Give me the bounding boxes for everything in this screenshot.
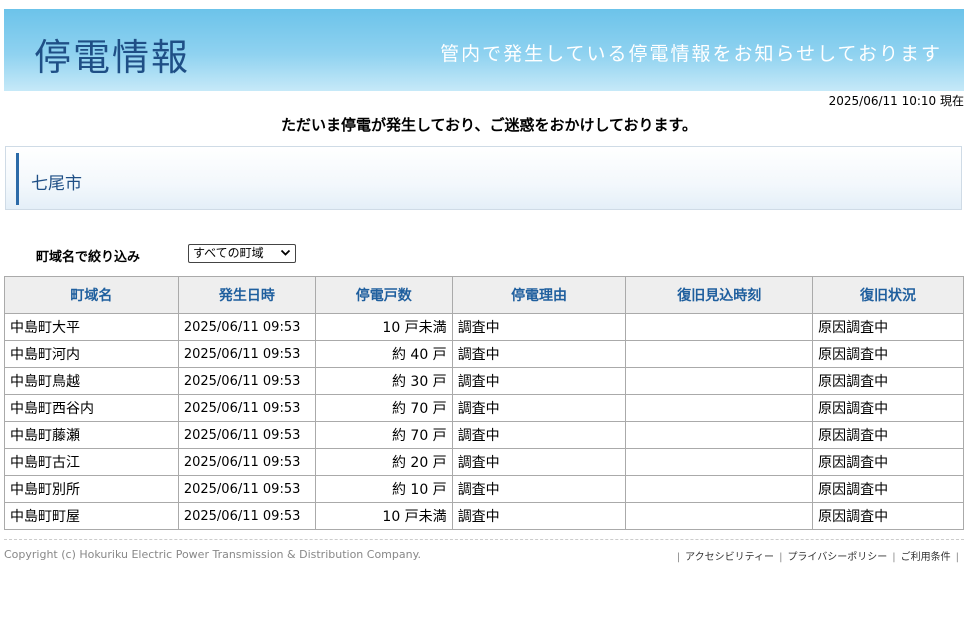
page-subtitle: 管内で発生している停電情報をお知らせしております (440, 43, 942, 65)
cell-status: 原因調査中 (812, 448, 964, 476)
copyright: Copyright (c) Hokuriku Electric Power Tr… (4, 548, 422, 561)
page-title: 停電情報 (34, 36, 190, 79)
cell-reason: 調査中 (451, 313, 627, 341)
cell-reason: 調査中 (451, 475, 627, 503)
cell-eta (625, 394, 814, 422)
table-row: 中島町西谷内 2025/06/11 09:53 約 70 戸 調査中 原因調査中 (4, 394, 964, 422)
cell-time: 2025/06/11 09:53 (177, 421, 316, 449)
cell-time: 2025/06/11 09:53 (177, 367, 316, 395)
cell-town: 中島町西谷内 (4, 394, 179, 422)
cell-time: 2025/06/11 09:53 (177, 313, 316, 341)
cell-count: 約 30 戸 (314, 367, 453, 395)
footer-separator: | (779, 552, 783, 563)
filter-label: 町域名で絞り込み (36, 250, 141, 265)
table-row: 中島町鳥越 2025/06/11 09:53 約 30 戸 調査中 原因調査中 (4, 367, 964, 395)
cell-time: 2025/06/11 09:53 (177, 448, 316, 476)
cell-eta (625, 421, 814, 449)
column-header-reason: 停電理由 (451, 276, 627, 314)
area-header: 七尾市 (5, 146, 962, 210)
cell-reason: 調査中 (451, 367, 627, 395)
cell-town: 中島町別所 (4, 475, 179, 503)
table-row: 中島町別所 2025/06/11 09:53 約 10 戸 調査中 原因調査中 (4, 475, 964, 503)
footer-separator: | (676, 552, 681, 563)
update-timestamp: 2025/06/11 10:10 現在 (828, 94, 964, 108)
town-filter-value: すべての町域 (193, 246, 264, 260)
table-row: 中島町大平 2025/06/11 09:53 10 戸未満 調査中 原因調査中 (4, 313, 964, 341)
cell-count: 10 戸未満 (314, 313, 453, 341)
cell-town: 中島町古江 (4, 448, 179, 476)
footer-links: | アクセシビリティー | プライバシーポリシー | ご利用条件 | (672, 548, 964, 563)
cell-status: 原因調査中 (812, 394, 964, 422)
cell-reason: 調査中 (451, 394, 627, 422)
table-row: 中島町町屋 2025/06/11 09:53 10 戸未満 調査中 原因調査中 (4, 502, 964, 530)
column-header-eta: 復旧見込時刻 (625, 276, 814, 314)
column-header-time: 発生日時 (177, 276, 316, 314)
table-row: 中島町河内 2025/06/11 09:53 約 40 戸 調査中 原因調査中 (4, 340, 964, 368)
cell-count: 約 70 戸 (314, 421, 453, 449)
cell-town: 中島町河内 (4, 340, 179, 368)
cell-count: 約 10 戸 (314, 475, 453, 503)
town-filter-select[interactable]: すべての町域 (188, 244, 296, 263)
cell-eta (625, 448, 814, 476)
cell-eta (625, 340, 814, 368)
cell-status: 原因調査中 (812, 502, 964, 530)
footer-link-privacy[interactable]: プライバシーポリシー (787, 552, 887, 563)
cell-time: 2025/06/11 09:53 (177, 394, 316, 422)
footer-separator: | (955, 552, 959, 563)
cell-count: 約 20 戸 (314, 448, 453, 476)
column-header-town: 町域名 (4, 276, 179, 314)
footer-link-terms[interactable]: ご利用条件 (901, 552, 951, 563)
cell-eta (625, 367, 814, 395)
area-accent-bar (16, 153, 19, 205)
cell-town: 中島町鳥越 (4, 367, 179, 395)
cell-status: 原因調査中 (812, 340, 964, 368)
cell-town: 中島町大平 (4, 313, 179, 341)
footer-link-accessibility[interactable]: アクセシビリティー (685, 552, 774, 563)
cell-status: 原因調査中 (812, 475, 964, 503)
cell-reason: 調査中 (451, 340, 627, 368)
column-header-count: 停電戸数 (314, 276, 453, 314)
cell-status: 原因調査中 (812, 421, 964, 449)
footer-divider (4, 539, 964, 540)
page-header: 停電情報 管内で発生している停電情報をお知らせしております (4, 9, 964, 91)
footer-separator: | (892, 552, 896, 563)
cell-reason: 調査中 (451, 421, 627, 449)
cell-town: 中島町藤瀬 (4, 421, 179, 449)
column-header-status: 復旧状況 (812, 276, 964, 314)
cell-eta (625, 502, 814, 530)
table-row: 中島町古江 2025/06/11 09:53 約 20 戸 調査中 原因調査中 (4, 448, 964, 476)
table-header-row: 町域名 発生日時 停電戸数 停電理由 復旧見込時刻 復旧状況 (4, 276, 964, 314)
chevron-down-icon (280, 246, 291, 263)
area-name: 七尾市 (31, 174, 82, 194)
cell-count: 10 戸未満 (314, 502, 453, 530)
cell-status: 原因調査中 (812, 313, 964, 341)
cell-count: 約 70 戸 (314, 394, 453, 422)
cell-count: 約 40 戸 (314, 340, 453, 368)
cell-reason: 調査中 (451, 448, 627, 476)
table-row: 中島町藤瀬 2025/06/11 09:53 約 70 戸 調査中 原因調査中 (4, 421, 964, 449)
outage-notice: ただいま停電が発生しており、ご迷惑をおかけしております。 (280, 116, 698, 134)
cell-eta (625, 475, 814, 503)
cell-reason: 調査中 (451, 502, 627, 530)
cell-time: 2025/06/11 09:53 (177, 502, 316, 530)
cell-town: 中島町町屋 (4, 502, 179, 530)
cell-time: 2025/06/11 09:53 (177, 475, 316, 503)
cell-status: 原因調査中 (812, 367, 964, 395)
outage-table: 町域名 発生日時 停電戸数 停電理由 復旧見込時刻 復旧状況 中島町大平 202… (4, 276, 964, 530)
cell-eta (625, 313, 814, 341)
cell-time: 2025/06/11 09:53 (177, 340, 316, 368)
